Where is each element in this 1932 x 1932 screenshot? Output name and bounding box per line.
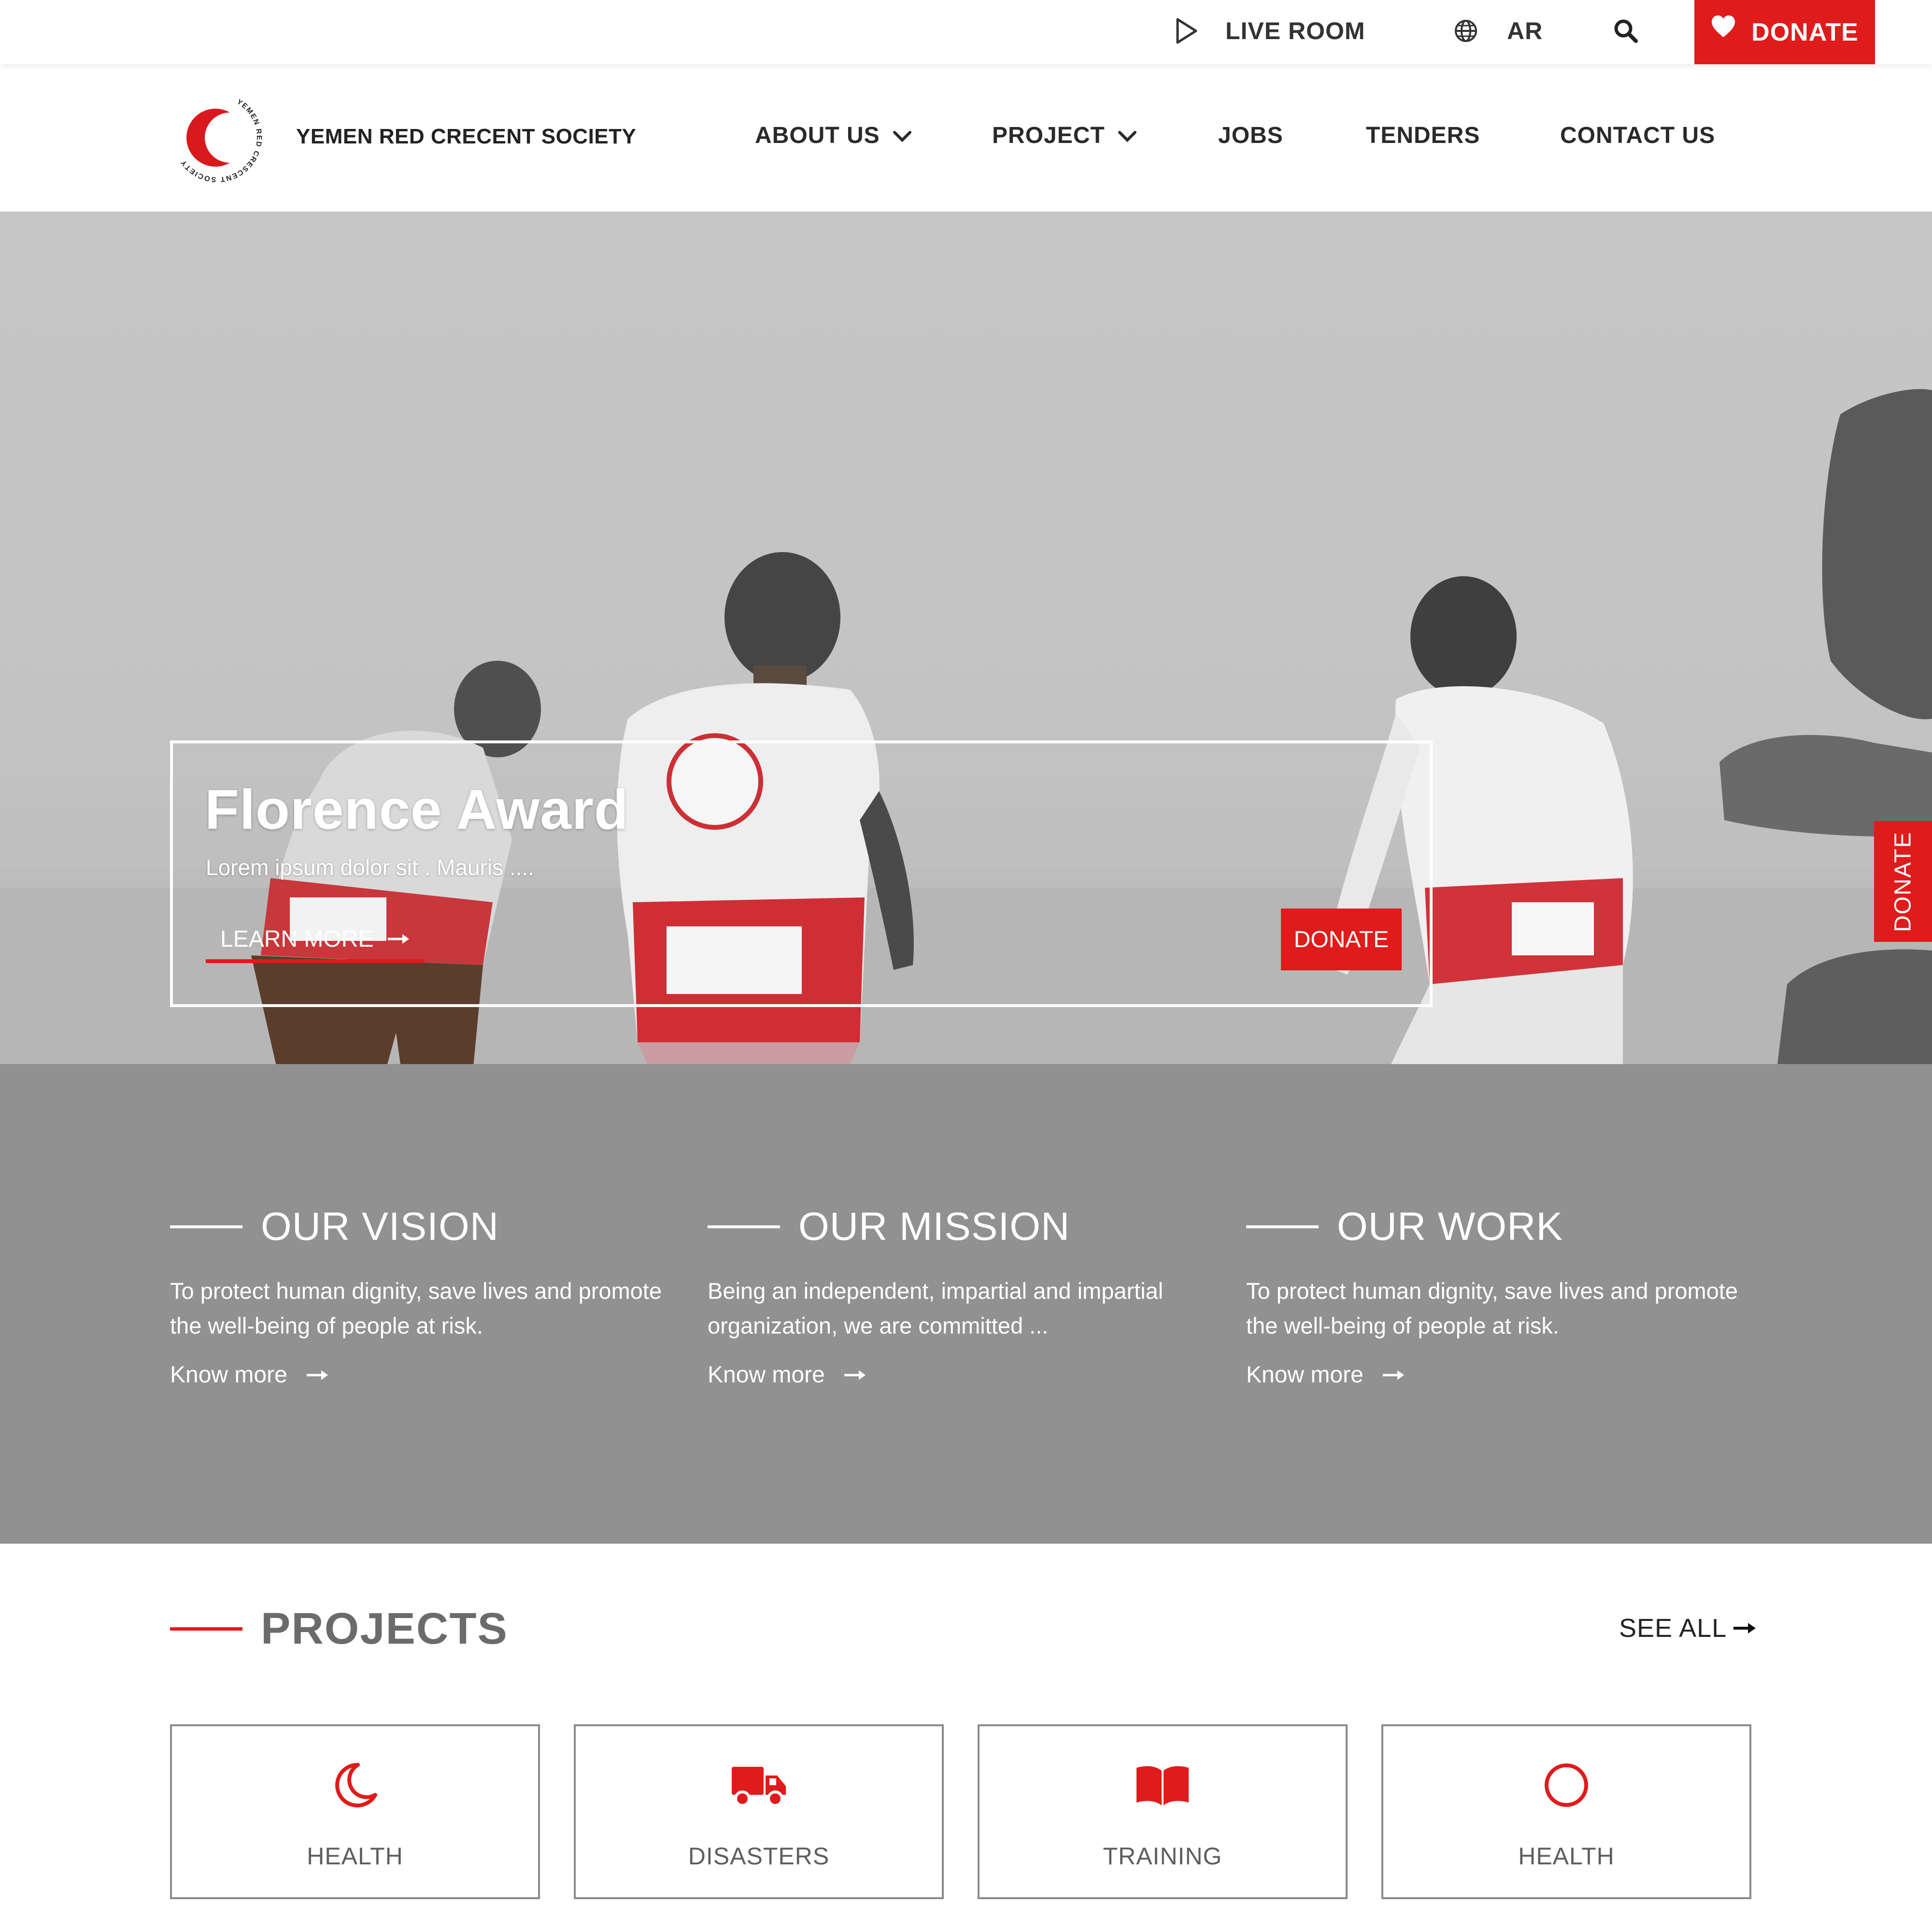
project-card-label: TRAINING — [1103, 1843, 1222, 1870]
live-room-link[interactable]: LIVE ROOM — [1175, 0, 1365, 62]
truck-icon — [732, 1767, 786, 1807]
open-book-icon — [1136, 1766, 1189, 1805]
hero-caption-box: Florence Award Lorem ipsum dolor sit . M… — [170, 740, 1433, 1007]
hero-subtitle: Lorem ipsum dolor sit . Mauris .... — [206, 855, 534, 880]
arrow-right-icon — [388, 934, 410, 944]
nav-contact-us[interactable]: CONTACT US — [1560, 122, 1715, 149]
nav-about-us-label: ABOUT US — [755, 123, 880, 148]
side-donate-label: DONATE — [1890, 831, 1916, 932]
arrow-right-icon — [1733, 1623, 1756, 1634]
brand-name: YEMEN RED CRECENT SOCIETY — [296, 125, 637, 148]
nav-project[interactable]: PROJECT — [992, 122, 1137, 149]
heart-icon — [1712, 15, 1735, 37]
project-card[interactable]: DISASTERS — [574, 1724, 944, 1899]
project-card-label: HEALTH — [307, 1843, 403, 1870]
main-header: YEMEN RED CRESCENT SOCIETY YEMEN RED CRE… — [0, 64, 1932, 212]
arrow-right-icon — [1382, 1370, 1404, 1380]
project-card-label: HEALTH — [1518, 1843, 1615, 1870]
donate-top-label: DONATE — [1751, 18, 1859, 46]
side-donate-button[interactable]: DONATE — [1874, 821, 1932, 942]
see-all-label: SEE ALL — [1619, 1614, 1727, 1643]
work-block: OUR WORK To protect human dignity, save … — [1246, 1204, 1753, 1388]
crescent-moon-icon — [335, 1762, 377, 1807]
see-all-link[interactable]: SEE ALL — [1619, 1613, 1757, 1643]
know-more-label: Know more — [170, 1362, 287, 1388]
learn-more-link[interactable]: LEARN MORE — [206, 915, 424, 963]
language-switch[interactable]: AR — [1454, 0, 1543, 62]
project-card[interactable]: HEALTH — [170, 1724, 540, 1899]
projects-title: PROJECTS — [261, 1604, 508, 1653]
vision-block: OUR VISION To protect human dignity, sav… — [170, 1204, 677, 1388]
mission-know-more-link[interactable]: Know more — [708, 1362, 1215, 1388]
work-text: To protect human dignity, save lives and… — [1246, 1278, 1738, 1338]
search-button[interactable] — [1613, 0, 1638, 62]
know-more-label: Know more — [708, 1362, 825, 1388]
nav-jobs[interactable]: JOBS — [1218, 122, 1283, 149]
know-more-label: Know more — [1246, 1362, 1364, 1388]
arrow-right-icon — [306, 1370, 328, 1380]
donate-top-button[interactable]: DONATE — [1694, 0, 1875, 64]
project-card[interactable]: HEALTH — [1381, 1724, 1751, 1899]
project-card-label: DISASTERS — [688, 1843, 830, 1870]
nav-jobs-label: JOBS — [1218, 123, 1283, 148]
nav-contact-us-label: CONTACT US — [1560, 123, 1716, 148]
work-title: OUR WORK — [1337, 1205, 1563, 1249]
vision-title: OUR VISION — [261, 1205, 499, 1249]
nav-project-label: PROJECT — [992, 123, 1105, 148]
language-label: AR — [1507, 17, 1543, 44]
pillars-section: OUR VISION To protect human dignity, sav… — [0, 1064, 1932, 1544]
nav-about-us[interactable]: ABOUT US — [755, 122, 912, 149]
project-card[interactable]: TRAINING — [978, 1724, 1348, 1899]
learn-more-label: LEARN MORE — [220, 926, 374, 952]
divider-line — [170, 1627, 242, 1631]
nav-tenders-label: TENDERS — [1366, 123, 1480, 148]
arrow-right-icon — [844, 1370, 866, 1380]
mission-text: Being an independent, impartial and impa… — [708, 1278, 1164, 1338]
divider-line — [170, 1225, 242, 1228]
divider-line — [1246, 1225, 1319, 1228]
divider-line — [708, 1225, 780, 1228]
chevron-down-icon — [1118, 130, 1136, 142]
top-utility-bar: LIVE ROOM AR DONATE — [0, 0, 1932, 64]
mission-title: OUR MISSION — [798, 1205, 1070, 1249]
projects-heading: PROJECTS — [170, 1604, 508, 1654]
hero-title: Florence Award — [205, 778, 629, 841]
vision-text: To protect human dignity, save lives and… — [170, 1278, 662, 1338]
logo[interactable]: YEMEN RED CRESCENT SOCIETY — [169, 89, 266, 186]
nav-tenders[interactable]: TENDERS — [1366, 122, 1480, 149]
search-icon — [1614, 19, 1638, 43]
globe-icon — [1455, 20, 1477, 42]
hero-banner: DONATE Florence Award Lorem ipsum dolor … — [0, 212, 1932, 1064]
vision-know-more-link[interactable]: Know more — [170, 1362, 677, 1388]
chevron-down-icon — [893, 130, 911, 142]
hero-donate-button[interactable]: DONATE — [1281, 909, 1402, 970]
live-room-label: LIVE ROOM — [1225, 17, 1365, 44]
circle-icon — [1545, 1763, 1588, 1807]
mission-block: OUR MISSION Being an independent, impart… — [708, 1204, 1215, 1388]
work-know-more-link[interactable]: Know more — [1246, 1362, 1753, 1388]
play-icon — [1176, 18, 1197, 44]
red-crescent-logo-icon: YEMEN RED CRESCENT SOCIETY — [179, 98, 262, 184]
